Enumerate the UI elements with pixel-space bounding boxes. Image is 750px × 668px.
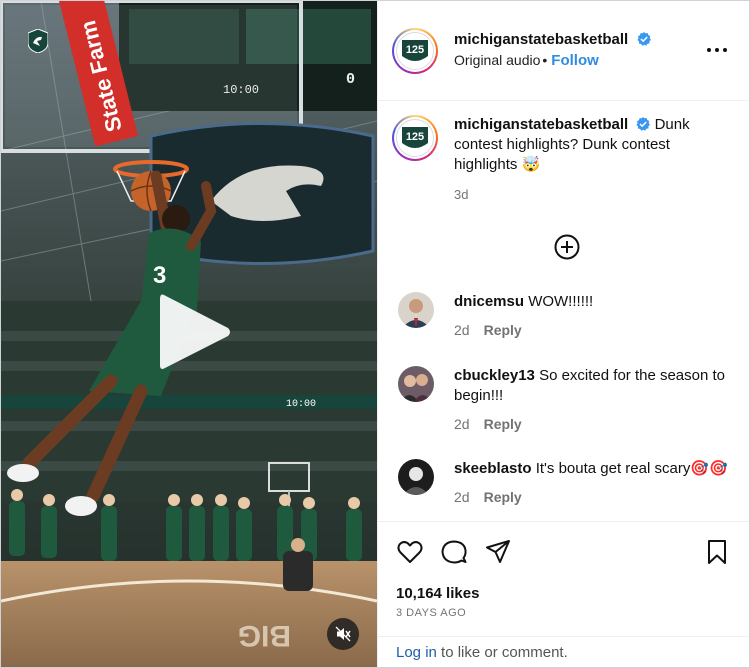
comment-icon[interactable] bbox=[440, 538, 468, 566]
msu-logo-icon bbox=[28, 29, 48, 53]
comment-username[interactable]: cbuckley13 bbox=[454, 367, 535, 384]
mute-button[interactable] bbox=[327, 618, 359, 650]
header-username[interactable]: michiganstatebasketball bbox=[454, 31, 628, 48]
instagram-post-embed: 10:00 0 State Farm 10:00 bbox=[0, 0, 750, 668]
comment-text: WOW!!!!!! bbox=[528, 293, 594, 310]
comment-item: skeeblasto It's bouta get real scary🎯🎯 2… bbox=[398, 459, 728, 507]
msu-125-logo-icon: 125 bbox=[402, 39, 428, 61]
login-link[interactable]: Log in bbox=[396, 644, 437, 661]
reply-button[interactable]: Reply bbox=[484, 416, 522, 432]
likes-count[interactable]: 10,164 likes bbox=[396, 585, 479, 602]
post-caption: 125 michiganstatebasketball Dunk contest… bbox=[392, 115, 732, 205]
comment-item: dnicemsu WOW!!!!!! 2d Reply bbox=[398, 292, 728, 340]
caption-time[interactable]: 3d bbox=[454, 185, 724, 205]
caption-username[interactable]: michiganstatebasketball bbox=[454, 116, 628, 133]
comment-item: cbuckley13 So excited for the season to … bbox=[398, 366, 728, 434]
profile-avatar[interactable]: 125 bbox=[392, 27, 438, 74]
share-icon[interactable] bbox=[484, 538, 512, 566]
comment-username[interactable]: skeeblasto bbox=[454, 460, 532, 477]
jersey-number: 3 bbox=[153, 262, 166, 289]
reply-button[interactable]: Reply bbox=[484, 322, 522, 338]
audio-label[interactable]: Original audio bbox=[454, 52, 540, 68]
post-sidebar: 125 michiganstatebasketball Original aud… bbox=[377, 1, 749, 667]
post-header: 125 michiganstatebasketball Original aud… bbox=[378, 1, 749, 101]
comment-username[interactable]: dnicemsu bbox=[454, 293, 524, 310]
msu-125-logo-icon: 125 bbox=[402, 127, 428, 148]
more-options-icon[interactable] bbox=[707, 41, 731, 59]
login-suffix: to like or comment. bbox=[436, 644, 568, 661]
mute-icon bbox=[335, 626, 351, 642]
verified-icon bbox=[637, 32, 651, 46]
post-date[interactable]: 3 DAYS AGO bbox=[396, 607, 466, 619]
comments-list[interactable]: 125 michiganstatebasketball Dunk contest… bbox=[378, 101, 749, 521]
video-player[interactable]: 10:00 0 State Farm 10:00 bbox=[1, 1, 377, 667]
comment-time: 2d bbox=[454, 416, 470, 432]
caption-avatar[interactable]: 125 bbox=[392, 115, 438, 161]
commenter-avatar[interactable] bbox=[398, 366, 434, 402]
comment-time: 2d bbox=[454, 322, 470, 338]
avatar-text: 125 bbox=[406, 44, 424, 56]
play-icon[interactable] bbox=[156, 291, 234, 373]
post-actions: 10,164 likes 3 DAYS AGO Log in to like o… bbox=[378, 521, 749, 667]
follow-button[interactable]: Follow bbox=[551, 52, 599, 69]
separator-dot: • bbox=[542, 52, 548, 68]
court-logo: BIG bbox=[238, 619, 291, 652]
avatar-text: 125 bbox=[406, 131, 424, 143]
login-prompt: Log in to like or comment. bbox=[378, 636, 749, 668]
bookmark-icon[interactable] bbox=[703, 538, 731, 566]
comment-time: 2d bbox=[454, 489, 470, 505]
heart-icon[interactable] bbox=[396, 538, 424, 566]
comment-text: It's bouta get real scary🎯🎯 bbox=[535, 460, 728, 477]
verified-icon bbox=[636, 117, 651, 131]
commenter-avatar[interactable] bbox=[398, 292, 434, 328]
action-icon-row bbox=[396, 538, 731, 566]
ribbon-clock: 10:00 bbox=[286, 399, 316, 410]
reply-button[interactable]: Reply bbox=[484, 489, 522, 505]
commenter-avatar[interactable] bbox=[398, 459, 434, 495]
scoreboard-score: 0 bbox=[346, 71, 355, 88]
add-comment-icon[interactable] bbox=[554, 234, 580, 260]
